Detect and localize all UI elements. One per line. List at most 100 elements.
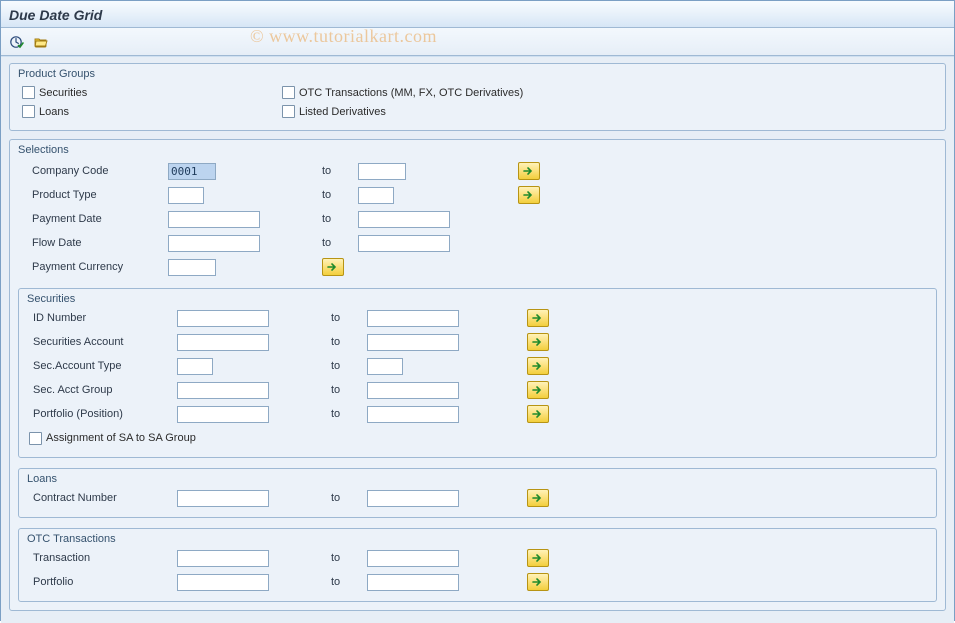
sec-acct-type-to-input[interactable] xyxy=(367,358,403,375)
loans-checkbox[interactable]: Loans xyxy=(22,105,240,118)
securities-subpanel: Securities ID Number to Securities Accou… xyxy=(18,288,937,458)
payment-date-to-input[interactable] xyxy=(358,211,450,228)
contract-number-label: Contract Number xyxy=(27,492,177,504)
selections-title: Selections xyxy=(18,144,937,156)
id-number-multiple-button[interactable] xyxy=(527,309,549,327)
to-label: to xyxy=(327,336,367,348)
arrow-right-icon xyxy=(523,166,535,176)
checkbox-icon xyxy=(22,105,35,118)
company-code-row: Company Code to xyxy=(18,160,937,182)
portfolio-pos-from-input[interactable] xyxy=(177,406,269,423)
portfolio-pos-row: Portfolio (Position) to xyxy=(27,403,928,425)
id-number-from-input[interactable] xyxy=(177,310,269,327)
arrow-right-icon xyxy=(532,493,544,503)
sec-account-label: Securities Account xyxy=(27,336,177,348)
contract-number-multiple-button[interactable] xyxy=(527,489,549,507)
sec-acct-type-multiple-button[interactable] xyxy=(527,357,549,375)
product-type-multiple-button[interactable] xyxy=(518,186,540,204)
product-groups-title: Product Groups xyxy=(18,68,937,80)
arrow-right-icon xyxy=(532,313,544,323)
otc-portfolio-label: Portfolio xyxy=(27,576,177,588)
otc-portfolio-to-input[interactable] xyxy=(367,574,459,591)
portfolio-pos-to-input[interactable] xyxy=(367,406,459,423)
flow-date-from-input[interactable] xyxy=(168,235,260,252)
arrow-right-icon xyxy=(327,262,339,272)
sec-account-to-input[interactable] xyxy=(367,334,459,351)
checkbox-icon xyxy=(282,105,295,118)
assignment-row: Assignment of SA to SA Group xyxy=(27,427,928,449)
selections-panel: Selections Company Code to Product Type … xyxy=(9,139,946,611)
otc-portfolio-multiple-button[interactable] xyxy=(527,573,549,591)
securities-checkbox[interactable]: Securities xyxy=(22,86,240,99)
flow-date-to-input[interactable] xyxy=(358,235,450,252)
payment-currency-row: Payment Currency xyxy=(18,256,937,278)
arrow-right-icon xyxy=(532,577,544,587)
flow-date-row: Flow Date to xyxy=(18,232,937,254)
payment-currency-input[interactable] xyxy=(168,259,216,276)
transaction-label: Transaction xyxy=(27,552,177,564)
to-label: to xyxy=(327,312,367,324)
listed-checkbox[interactable]: Listed Derivatives xyxy=(282,105,600,118)
checkbox-icon xyxy=(29,432,42,445)
sec-acct-group-from-input[interactable] xyxy=(177,382,269,399)
to-label: to xyxy=(327,384,367,396)
flow-date-label: Flow Date xyxy=(18,237,168,249)
sec-acct-group-to-input[interactable] xyxy=(367,382,459,399)
company-code-to-input[interactable] xyxy=(358,163,406,180)
product-type-from-input[interactable] xyxy=(168,187,204,204)
transaction-from-input[interactable] xyxy=(177,550,269,567)
sec-acct-type-from-input[interactable] xyxy=(177,358,213,375)
to-label: to xyxy=(318,165,358,177)
otc-subpanel: OTC Transactions Transaction to Portfoli… xyxy=(18,528,937,602)
transaction-multiple-button[interactable] xyxy=(527,549,549,567)
checkbox-icon xyxy=(22,86,35,99)
otc-portfolio-from-input[interactable] xyxy=(177,574,269,591)
sec-acct-group-row: Sec. Acct Group to xyxy=(27,379,928,401)
to-label: to xyxy=(327,408,367,420)
product-type-label: Product Type xyxy=(18,189,168,201)
payment-date-from-input[interactable] xyxy=(168,211,260,228)
sec-acct-type-row: Sec.Account Type to xyxy=(27,355,928,377)
transaction-to-input[interactable] xyxy=(367,550,459,567)
to-label: to xyxy=(327,552,367,564)
arrow-right-icon xyxy=(532,337,544,347)
loans-title: Loans xyxy=(27,473,928,485)
page-title: Due Date Grid xyxy=(1,1,954,28)
execute-button[interactable] xyxy=(7,32,27,52)
to-label: to xyxy=(318,189,358,201)
otc-label: OTC Transactions (MM, FX, OTC Derivative… xyxy=(299,87,523,99)
sec-account-from-input[interactable] xyxy=(177,334,269,351)
company-code-multiple-button[interactable] xyxy=(518,162,540,180)
title-text: Due Date Grid xyxy=(9,7,102,23)
loans-subpanel: Loans Contract Number to xyxy=(18,468,937,518)
transaction-row: Transaction to xyxy=(27,547,928,569)
company-code-label: Company Code xyxy=(18,165,168,177)
folder-open-icon xyxy=(33,34,49,50)
to-label: to xyxy=(318,237,358,249)
sec-acct-group-multiple-button[interactable] xyxy=(527,381,549,399)
arrow-right-icon xyxy=(532,553,544,563)
listed-label: Listed Derivatives xyxy=(299,106,386,118)
content-area: Product Groups Securities OTC Transactio… xyxy=(1,56,954,623)
id-number-to-input[interactable] xyxy=(367,310,459,327)
payment-currency-multiple-button[interactable] xyxy=(322,258,344,276)
to-label: to xyxy=(327,576,367,588)
securities-label: Securities xyxy=(39,87,87,99)
id-number-row: ID Number to xyxy=(27,307,928,329)
to-label: to xyxy=(327,360,367,372)
otc-checkbox[interactable]: OTC Transactions (MM, FX, OTC Derivative… xyxy=(282,86,600,99)
arrow-right-icon xyxy=(532,409,544,419)
company-code-from-input[interactable] xyxy=(168,163,216,180)
get-variant-button[interactable] xyxy=(31,32,51,52)
product-type-row: Product Type to xyxy=(18,184,937,206)
toolbar xyxy=(1,28,954,56)
product-type-to-input[interactable] xyxy=(358,187,394,204)
to-label: to xyxy=(318,213,358,225)
portfolio-pos-label: Portfolio (Position) xyxy=(27,408,177,420)
contract-number-from-input[interactable] xyxy=(177,490,269,507)
product-groups-panel: Product Groups Securities OTC Transactio… xyxy=(9,63,946,131)
contract-number-to-input[interactable] xyxy=(367,490,459,507)
portfolio-pos-multiple-button[interactable] xyxy=(527,405,549,423)
sec-account-multiple-button[interactable] xyxy=(527,333,549,351)
assignment-checkbox[interactable]: Assignment of SA to SA Group xyxy=(29,432,196,445)
